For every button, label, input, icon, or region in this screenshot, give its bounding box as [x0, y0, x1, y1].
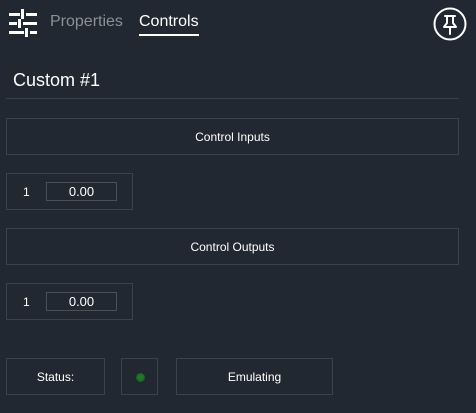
status-mode: Emulating: [176, 358, 333, 395]
control-input-value-field[interactable]: 0.00: [46, 182, 117, 201]
control-outputs-header: Control Outputs: [6, 228, 459, 265]
control-inputs-header: Control Inputs: [6, 118, 459, 155]
page-title: Custom #1: [13, 70, 101, 90]
status-label: Status:: [6, 358, 105, 395]
control-output-row: 1 0.00: [6, 283, 133, 320]
status-led-icon: [136, 373, 145, 382]
active-tab-indicator: [139, 34, 199, 36]
control-input-index: 1: [23, 185, 30, 199]
divider: [6, 98, 459, 99]
tab-controls[interactable]: Controls: [139, 12, 199, 32]
control-output-value-field[interactable]: 0.00: [46, 292, 117, 311]
pin-icon[interactable]: [433, 7, 467, 41]
control-input-row: 1 0.00: [6, 173, 133, 210]
status-indicator-box: [121, 358, 158, 395]
control-output-index: 1: [23, 295, 30, 309]
tab-properties[interactable]: Properties: [50, 12, 123, 32]
header-bar: Properties Controls: [0, 0, 476, 52]
sliders-icon[interactable]: [7, 7, 39, 39]
